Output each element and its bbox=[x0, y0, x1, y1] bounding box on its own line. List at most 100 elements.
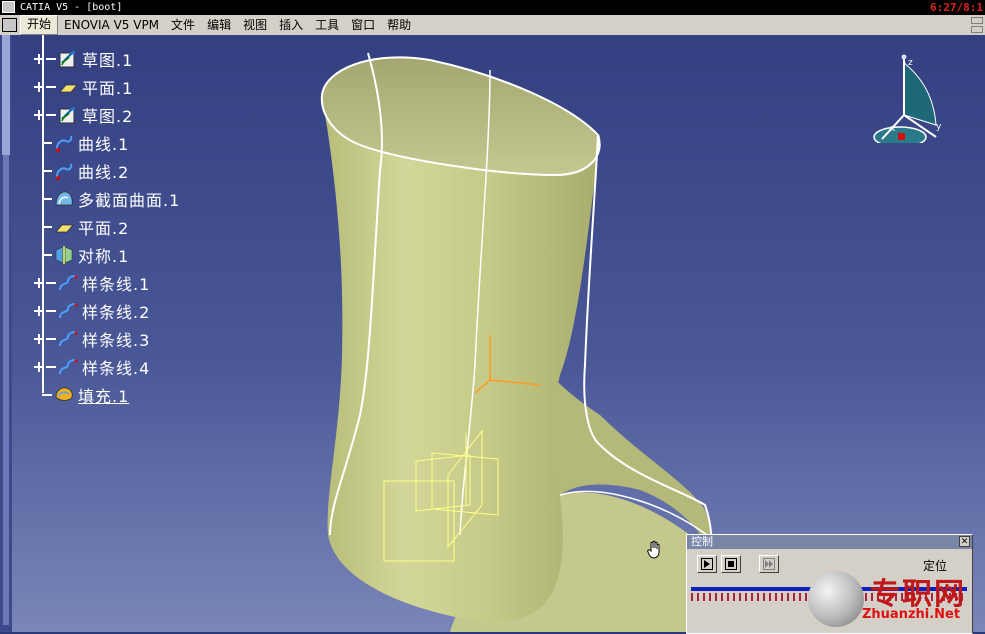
compass-handle-icon[interactable] bbox=[901, 54, 907, 60]
tree-node-label[interactable]: 样条线.3 bbox=[82, 327, 150, 351]
watermark-url: Zhuanzhi.Net bbox=[862, 607, 961, 622]
tree-connector bbox=[42, 254, 52, 256]
compass-y-label: y bbox=[936, 122, 942, 132]
tree-node-label[interactable]: 填充.1 bbox=[78, 383, 129, 407]
menu-items: 开始 ENOVIA V5 VPM 文件 编辑 视图 插入 工具 窗口 帮助 bbox=[20, 15, 417, 35]
restore-button[interactable] bbox=[971, 17, 983, 24]
tree-node-label[interactable]: 样条线.2 bbox=[82, 299, 150, 323]
compass-origin-icon[interactable] bbox=[898, 133, 905, 140]
menu-item-5[interactable]: 插入 bbox=[273, 15, 309, 35]
tree-node-label[interactable]: 草图.1 bbox=[82, 47, 133, 71]
menu-item-0[interactable]: 开始 bbox=[20, 15, 59, 35]
menu-item-3[interactable]: 编辑 bbox=[201, 15, 237, 35]
symmetry-icon bbox=[54, 245, 74, 265]
catia-app-icon[interactable] bbox=[2, 1, 15, 13]
tree-node-label[interactable]: 平面.2 bbox=[78, 215, 129, 239]
tree-connector bbox=[46, 114, 56, 116]
tree-node[interactable]: 草图.1 bbox=[34, 47, 133, 71]
stop-icon bbox=[725, 558, 737, 570]
tree-node[interactable]: 样条线.2 bbox=[34, 299, 150, 323]
control-buttons bbox=[697, 555, 779, 573]
tree-node[interactable]: 对称.1 bbox=[34, 243, 129, 267]
control-panel-title-bar[interactable]: 控制 ✕ bbox=[687, 535, 972, 549]
tree-node[interactable]: 曲线.2 bbox=[34, 159, 129, 183]
tree-connector bbox=[42, 142, 52, 144]
expand-plus-icon[interactable] bbox=[34, 306, 44, 316]
specification-tree: 草图.1 平面.1 草图.2 曲线.1 曲线.2 多截面曲面.1 平面.2 对称.1 样条线.1… bbox=[0, 35, 320, 415]
control-close-icon[interactable]: ✕ bbox=[959, 536, 970, 547]
tree-node-label[interactable]: 草图.2 bbox=[82, 103, 133, 127]
compass-x-label: x bbox=[890, 124, 896, 134]
tree-connector bbox=[42, 394, 52, 396]
fill-icon bbox=[54, 385, 74, 405]
tree-connector bbox=[46, 310, 56, 312]
document-icon[interactable] bbox=[2, 18, 17, 32]
step-icon bbox=[763, 558, 775, 570]
tree-node-label[interactable]: 多截面曲面.1 bbox=[78, 187, 180, 211]
tree-connector bbox=[42, 170, 52, 172]
plane-icon bbox=[54, 217, 74, 237]
play-icon bbox=[701, 558, 713, 570]
sketch-icon bbox=[58, 49, 78, 69]
soccer-ball-icon bbox=[808, 571, 864, 627]
tree-node[interactable]: 多截面曲面.1 bbox=[34, 187, 180, 211]
tree-connector bbox=[42, 198, 52, 200]
window-title: CATIA V5 - [boot] bbox=[20, 2, 123, 13]
window-controls bbox=[971, 17, 983, 33]
sketch-icon bbox=[58, 105, 78, 125]
expand-plus-icon[interactable] bbox=[34, 362, 44, 372]
plane-icon bbox=[58, 77, 78, 97]
tree-node-label[interactable]: 样条线.4 bbox=[82, 355, 150, 379]
compass-arc-icon bbox=[903, 61, 937, 126]
tree-node[interactable]: 样条线.3 bbox=[34, 327, 150, 351]
curve-icon bbox=[54, 133, 74, 153]
multi-section-surface-icon bbox=[54, 189, 74, 209]
stop-button[interactable] bbox=[721, 555, 741, 573]
tree-connector bbox=[46, 58, 56, 60]
expand-plus-icon[interactable] bbox=[34, 278, 44, 288]
menu-item-7[interactable]: 窗口 bbox=[345, 15, 381, 35]
spline-icon bbox=[58, 301, 78, 321]
curve-icon bbox=[54, 161, 74, 181]
tree-node[interactable]: 样条线.4 bbox=[34, 355, 150, 379]
compass-z-label: z bbox=[908, 58, 913, 68]
menu-bar: 开始 ENOVIA V5 VPM 文件 编辑 视图 插入 工具 窗口 帮助 bbox=[0, 15, 985, 36]
menu-item-8[interactable]: 帮助 bbox=[381, 15, 417, 35]
tree-connector bbox=[46, 338, 56, 340]
menu-item-6[interactable]: 工具 bbox=[309, 15, 345, 35]
tree-connector bbox=[46, 366, 56, 368]
tree-node[interactable]: 草图.2 bbox=[34, 103, 133, 127]
menu-item-1[interactable]: ENOVIA V5 VPM bbox=[58, 15, 165, 35]
tree-node-label[interactable]: 曲线.1 bbox=[78, 131, 129, 155]
clock-readout: 6:27/8:1 bbox=[930, 1, 983, 14]
watermark-logo: 专职网 Zhuanzhi.Net bbox=[808, 565, 985, 632]
step-button[interactable] bbox=[759, 555, 779, 573]
tree-connector bbox=[42, 226, 52, 228]
hand-cursor-icon bbox=[647, 540, 660, 559]
menu-item-4[interactable]: 视图 bbox=[237, 15, 273, 35]
tree-node[interactable]: 曲线.1 bbox=[34, 131, 129, 155]
spline-icon bbox=[58, 273, 78, 293]
expand-plus-icon[interactable] bbox=[34, 54, 44, 64]
tree-connector bbox=[46, 282, 56, 284]
control-panel-title: 控制 bbox=[691, 535, 713, 548]
spline-icon bbox=[58, 329, 78, 349]
3d-compass[interactable]: z x y bbox=[868, 53, 948, 143]
tree-connector bbox=[46, 86, 56, 88]
expand-plus-icon[interactable] bbox=[34, 110, 44, 120]
play-button[interactable] bbox=[697, 555, 717, 573]
tree-node-label[interactable]: 对称.1 bbox=[78, 243, 129, 267]
tree-node-label[interactable]: 样条线.1 bbox=[82, 271, 150, 295]
tree-node[interactable]: 填充.1 bbox=[34, 383, 129, 407]
expand-plus-icon[interactable] bbox=[34, 334, 44, 344]
tree-node-label[interactable]: 曲线.2 bbox=[78, 159, 129, 183]
expand-plus-icon[interactable] bbox=[34, 82, 44, 92]
menu-item-2[interactable]: 文件 bbox=[165, 15, 201, 35]
tree-node[interactable]: 样条线.1 bbox=[34, 271, 150, 295]
tree-node[interactable]: 平面.1 bbox=[34, 75, 133, 99]
title-bar: CATIA V5 - [boot] 6:27/8:1 bbox=[0, 0, 985, 15]
close-button[interactable] bbox=[971, 26, 983, 33]
tree-node[interactable]: 平面.2 bbox=[34, 215, 129, 239]
spline-icon bbox=[58, 357, 78, 377]
tree-node-label[interactable]: 平面.1 bbox=[82, 75, 133, 99]
